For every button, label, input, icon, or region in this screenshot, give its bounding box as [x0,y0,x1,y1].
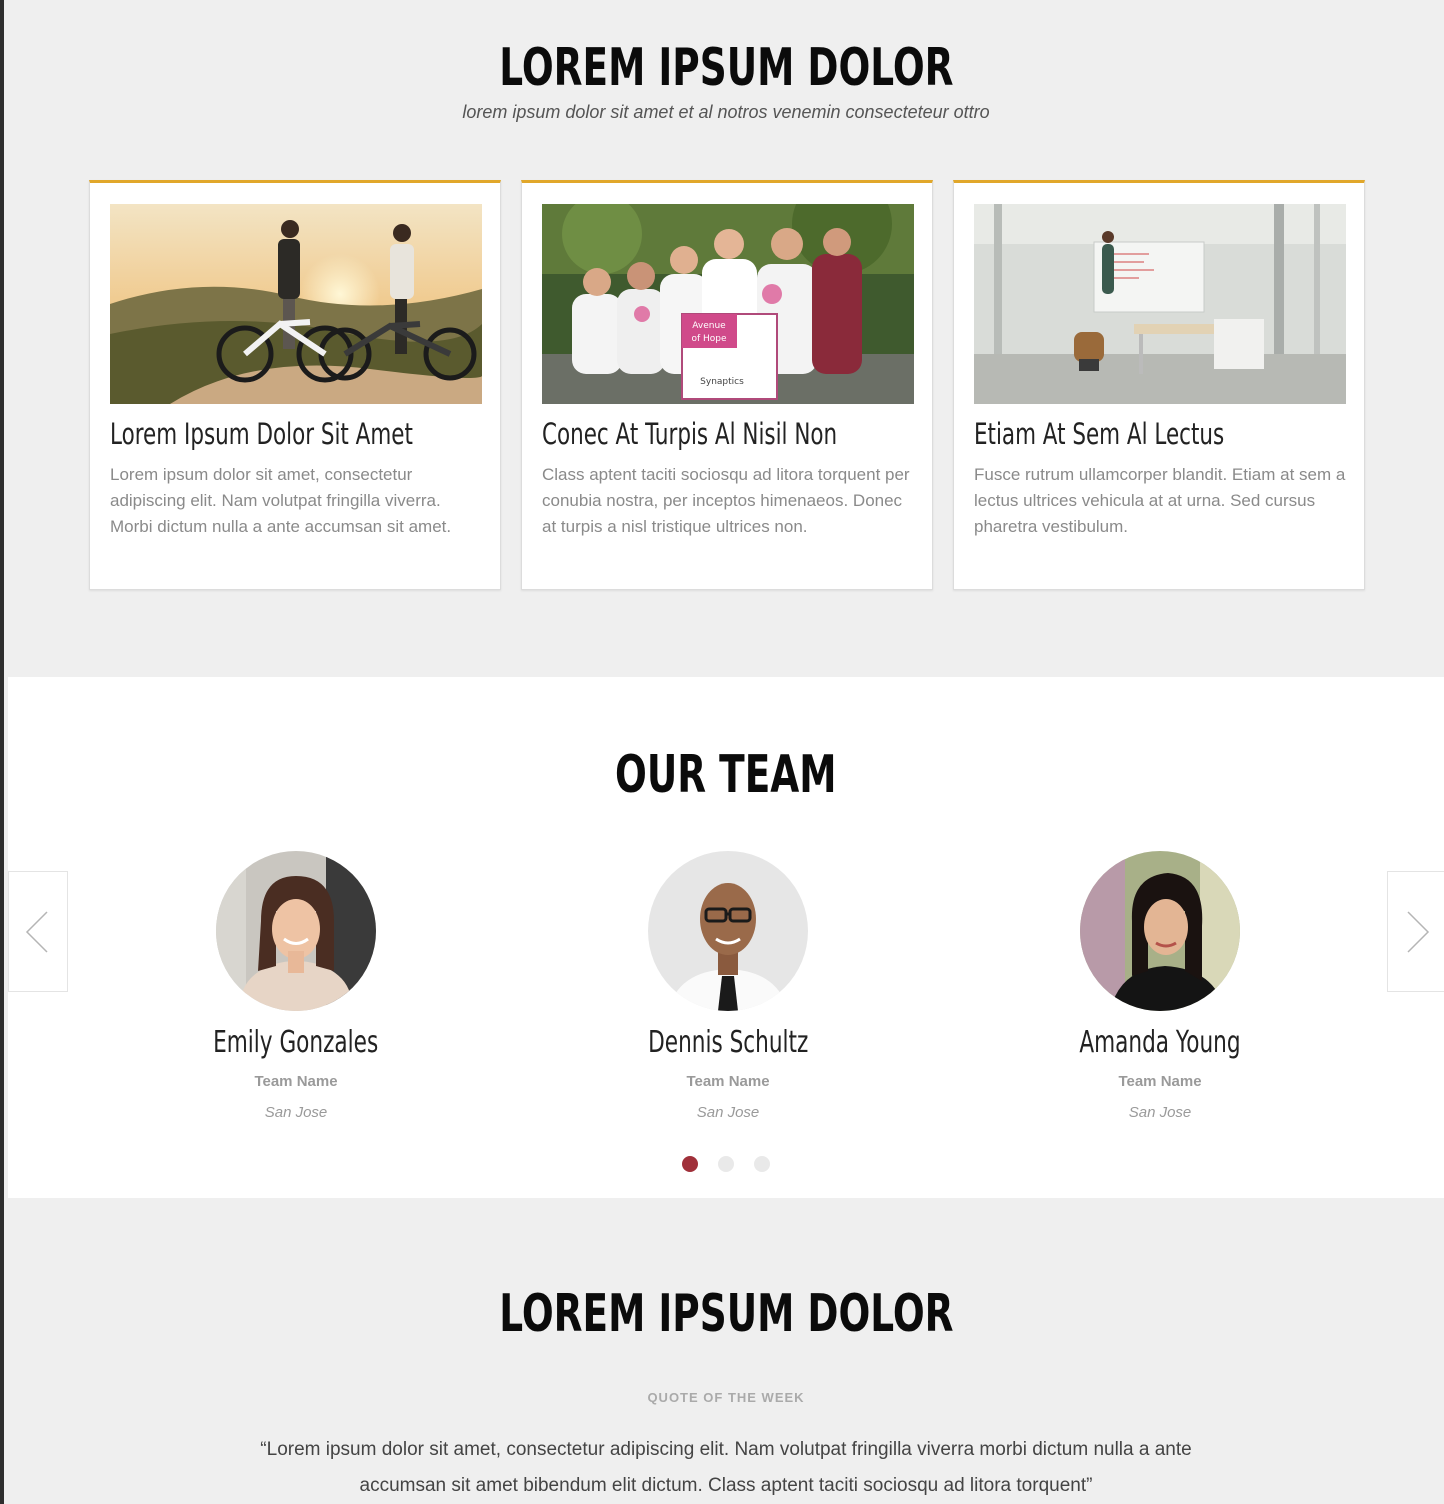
feature-card-text: Class aptent taciti sociosqu ad litora t… [542,465,910,536]
member-name[interactable]: Dennis Schultz [648,1025,808,1060]
member-name[interactable]: Emily Gonzales [213,1025,378,1060]
quote-section: LOREM IPSUM DOLOR QUOTE OF THE WEEK “Lor… [8,1198,1444,1504]
charity-walk-group-photo: Avenue of Hope Synaptics [542,204,914,404]
chevron-right-icon [1407,911,1430,953]
avatar [216,851,376,1011]
feature-card-text: Fusce rutrum ullamcorper blandit. Etiam … [974,465,1346,536]
feature-card-3[interactable]: Etiam At Sem Al Lectus Fusce rutrum ulla… [953,180,1365,590]
features-subtitle: lorem ipsum dolor sit amet et al notros … [462,102,990,122]
feature-card-title[interactable]: Conec At Turpis Al Nisil Non [542,417,837,451]
member-location: San Jose [696,1104,760,1121]
features-title: LOREM IPSUM DOLOR [498,38,954,98]
svg-text:of Hope: of Hope [691,334,727,344]
feature-card-text: Lorem ipsum dolor sit amet, consectetur … [110,465,452,536]
quote-section-title: LOREM IPSUM DOLOR [498,1284,954,1344]
cyclists-sunset-photo [110,204,482,404]
avatar [648,851,808,1011]
carousel-next-button[interactable] [1387,871,1444,992]
carousel-pagination [8,1156,1444,1172]
carousel-prev-button[interactable] [8,871,68,992]
chevron-left-icon [25,911,48,953]
feature-card-2[interactable]: Avenue of Hope Synaptics Conec At Turpis… [521,180,933,590]
member-location: San Jose [264,1104,328,1121]
member-location: San Jose [1128,1104,1192,1121]
carousel-dot-1[interactable] [682,1156,698,1172]
features-section: LOREM IPSUM DOLOR lorem ipsum dolor sit … [8,0,1444,676]
carousel-dot-3[interactable] [754,1156,770,1172]
feature-card-title[interactable]: Lorem Ipsum Dolor Sit Amet [110,417,413,451]
quote-label: QUOTE OF THE WEEK [647,1390,805,1405]
svg-text:Synaptics: Synaptics [700,377,744,387]
window-edge [0,0,4,1504]
member-name[interactable]: Amanda Young [1079,1025,1240,1060]
avatar [1080,851,1240,1011]
feature-card-1[interactable]: Lorem Ipsum Dolor Sit Amet Lorem ipsum d… [89,180,501,590]
feature-card-title[interactable]: Etiam At Sem Al Lectus [974,417,1224,451]
member-team: Team Name [254,1073,338,1090]
quote-section-title-wrap: LOREM IPSUM DOLOR [8,1282,1444,1346]
team-section: OUR TEAM Emily Gonzales Team Name San Jo… [8,677,1444,1198]
team-member-card[interactable]: Dennis Schultz Team Name San Jose [578,851,878,1121]
team-member-card[interactable]: Amanda Young Team Name San Jose [1010,851,1310,1121]
team-title: OUR TEAM [615,745,837,805]
member-team: Team Name [1118,1073,1202,1090]
office-whiteboard-photo [974,204,1346,404]
features-title-wrap: LOREM IPSUM DOLOR [8,36,1444,100]
carousel-dot-2[interactable] [718,1156,734,1172]
member-team: Team Name [686,1073,770,1090]
team-member-card[interactable]: Emily Gonzales Team Name San Jose [146,851,446,1121]
team-title-wrap: OUR TEAM [8,743,1444,807]
svg-text:Avenue: Avenue [692,321,726,331]
quote-text: “Lorem ipsum dolor sit amet, consectetur… [260,1439,1192,1496]
